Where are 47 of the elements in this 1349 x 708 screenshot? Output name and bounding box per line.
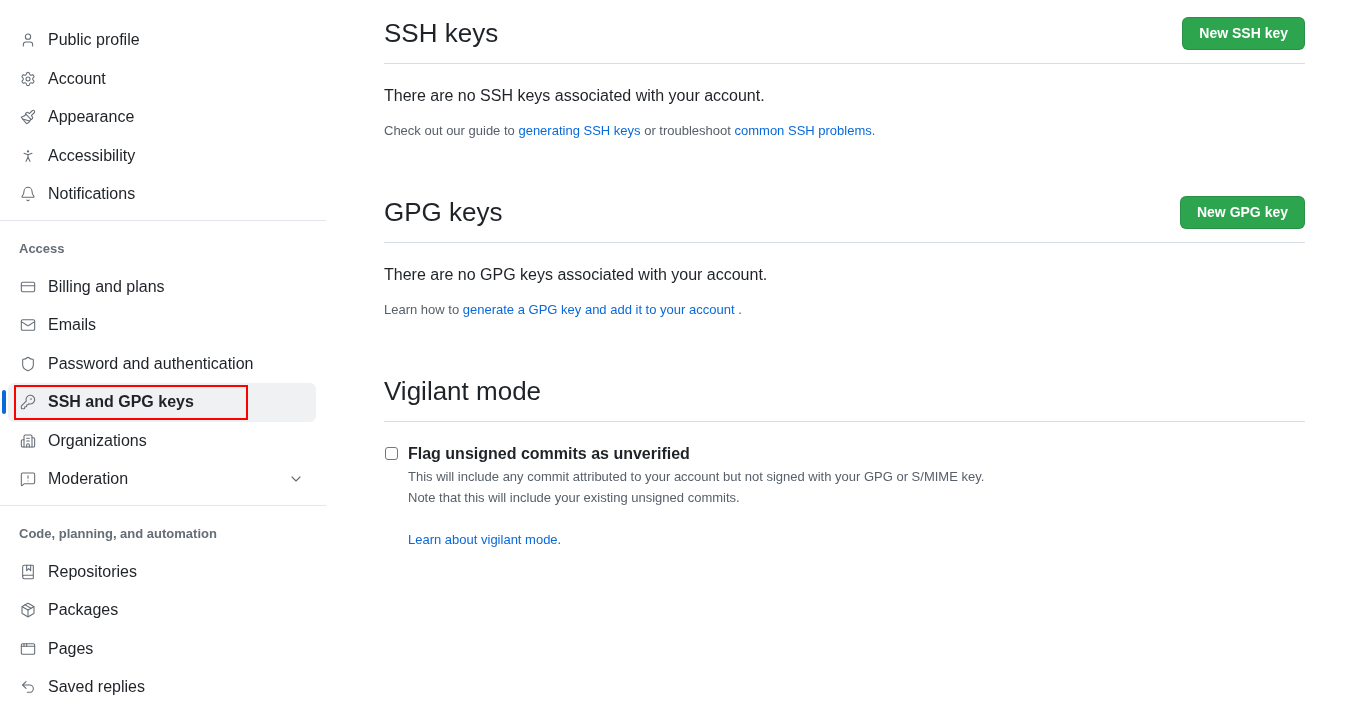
sidebar-item[interactable]: Packages <box>8 591 316 630</box>
building-icon <box>20 432 36 449</box>
help-text: Learn how to generate a GPG key and add it to your account . <box>384 301 743 319</box>
sidebar-item[interactable]: Billing and plans <box>8 267 316 306</box>
sidebar-item[interactable]: Emails <box>8 306 316 345</box>
help-link[interactable]: generate a GPG key and add it to your account <box>462 302 735 317</box>
sidebar-item[interactable]: Saved replies <box>8 668 316 707</box>
person-icon <box>20 32 36 49</box>
sidebar-item[interactable]: Account <box>8 59 316 98</box>
help-text: Check out our guide to generating SSH keys or troubleshoot common SSH problems. <box>384 122 877 140</box>
reply-arrow-icon <box>20 679 36 696</box>
key-icon <box>20 394 36 411</box>
sidebar-item[interactable]: Public profile <box>8 21 316 60</box>
bell-icon <box>20 186 36 203</box>
help-link[interactable]: common SSH problems <box>734 123 872 138</box>
section-title: Vigilant mode <box>384 375 542 408</box>
person-standing-icon <box>20 147 36 164</box>
help-link[interactable]: generating SSH keys <box>518 123 641 138</box>
sidebar-item[interactable]: Pages <box>8 629 316 668</box>
sidebar-section-heading: Code, planning, and automation <box>18 524 218 543</box>
alert-message-icon <box>20 471 36 488</box>
empty-state-message: There are no GPG keys associated with your account. <box>384 265 769 285</box>
sidebar-section-heading: Access <box>18 239 66 258</box>
active-item-indicator <box>2 390 6 414</box>
sidebar-item[interactable]: Appearance <box>8 98 316 137</box>
vigilant-mode-link[interactable]: Learn about vigilant mode. <box>408 530 985 550</box>
checkbox-label[interactable]: Flag unsigned commits as unverified <box>408 442 985 466</box>
section-title: GPG keys <box>384 196 503 229</box>
book-icon <box>20 563 36 580</box>
sidebar-item[interactable]: Moderation <box>8 460 316 499</box>
section-title: SSH keys <box>384 17 499 50</box>
envelope-icon <box>20 317 36 334</box>
empty-state-message: There are no SSH keys associated with your account. <box>384 86 766 106</box>
sidebar-item[interactable]: Organizations <box>8 421 316 460</box>
package-icon <box>20 602 36 619</box>
sidebar-item[interactable]: Password and authentication <box>8 344 316 383</box>
browser-window-icon <box>20 640 36 657</box>
option-note: Note that this will include your existing unsigned commits. <box>408 489 741 507</box>
sidebar-item[interactable]: Repositories <box>8 552 316 591</box>
sidebar-item[interactable]: SSH and GPG keys <box>8 383 316 422</box>
option-note: This will include any commit attributed to your account but not signed with your GPG or S/MIME key. <box>408 468 985 486</box>
checkbox[interactable] <box>385 447 398 460</box>
sidebar-item[interactable]: Notifications <box>8 175 316 214</box>
shield-icon <box>20 355 36 372</box>
sidebar-item[interactable]: Accessibility <box>8 136 316 175</box>
paintbrush-icon <box>20 109 36 126</box>
gear-icon <box>20 70 36 87</box>
